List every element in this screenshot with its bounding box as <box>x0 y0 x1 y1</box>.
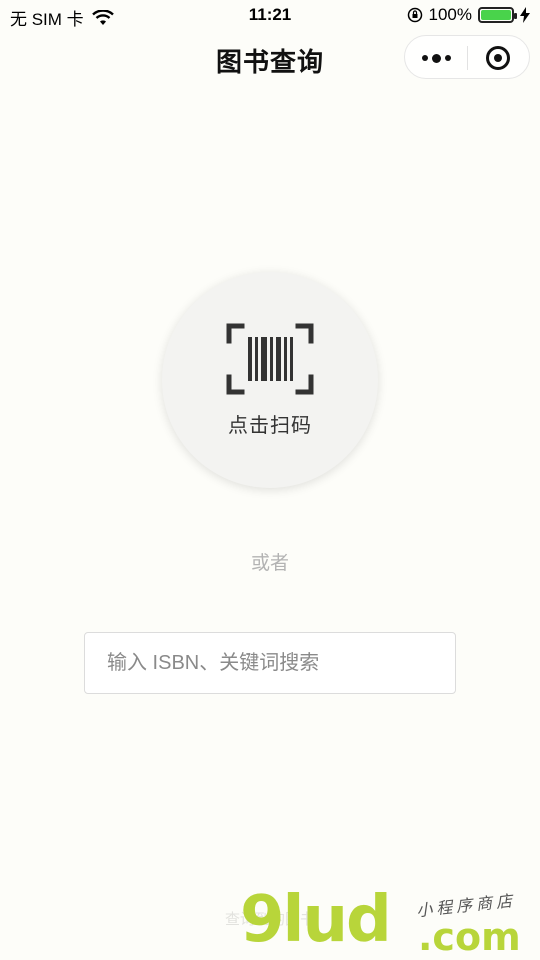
search-input[interactable] <box>107 651 433 675</box>
barcode-scan-icon <box>226 323 314 394</box>
battery-percent: 100% <box>428 5 472 24</box>
more-dot <box>431 53 441 63</box>
battery-icon <box>478 7 517 23</box>
mini-program-capsule <box>404 35 530 79</box>
scan-button[interactable]: 点击扫码 <box>162 272 378 488</box>
more-dot <box>421 55 428 61</box>
charging-icon <box>520 7 530 23</box>
status-bar: 无 SIM 卡 11:21 100% <box>0 0 540 30</box>
more-dot <box>444 55 451 61</box>
close-target-icon <box>486 46 510 70</box>
close-button[interactable] <box>467 36 529 80</box>
watermark: 9lud 小程序商店 .com <box>240 880 540 960</box>
search-box[interactable] <box>84 632 456 694</box>
more-button[interactable] <box>405 36 467 80</box>
watermark-logo: 9lud <box>240 883 392 957</box>
nav-bar: 图书查询 <box>0 30 540 86</box>
orientation-lock-icon <box>407 7 422 23</box>
watermark-domain: .com <box>418 915 521 959</box>
or-text: 或者 <box>250 553 289 574</box>
status-right: 100% <box>407 5 530 25</box>
scan-label: 点击扫码 <box>228 414 312 437</box>
